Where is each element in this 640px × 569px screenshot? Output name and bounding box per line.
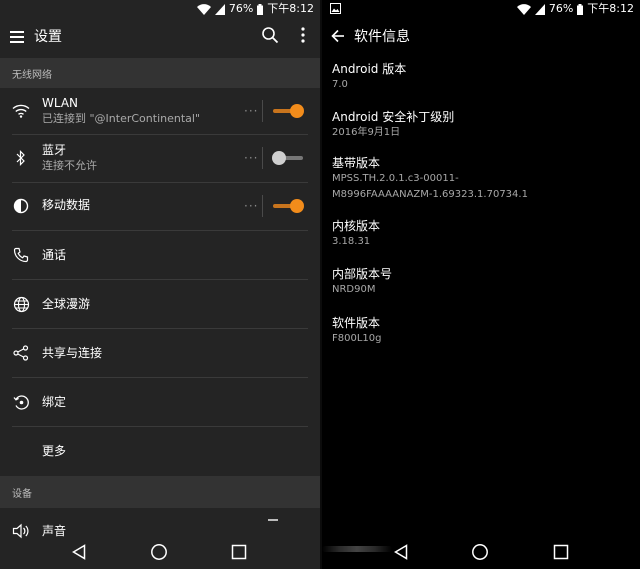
divider: [262, 100, 263, 122]
info-value: MPSS.TH.2.0.1.c3-00011-: [332, 173, 459, 184]
setting-label: 更多: [42, 443, 67, 458]
setting-item-mobile-data[interactable]: 移动数据 ···: [0, 183, 320, 229]
info-key: Android 安全补丁级别: [332, 110, 455, 124]
info-value-cont: M8996FAAAANAZM-1.69323.1.70734.1: [332, 189, 528, 200]
setting-item-bluetooth[interactable]: 蓝牙 连接不允许 ···: [0, 135, 320, 181]
info-value: NRD90M: [332, 284, 376, 295]
setting-label: 绑定: [42, 394, 67, 409]
info-security-patch: Android 安全补丁级别 2016年9月1日: [332, 109, 454, 141]
info-key: Android 版本: [332, 62, 407, 76]
info-key: 内核版本: [332, 219, 381, 233]
nav-bar: [322, 535, 640, 569]
setting-item-more[interactable]: 更多: [0, 427, 320, 475]
battery-icon: [577, 3, 584, 15]
menu-icon[interactable]: [10, 28, 24, 43]
battery-percent: 76%: [228, 2, 254, 15]
setting-label: 通话: [42, 247, 67, 262]
wifi-signal-icon: [196, 3, 211, 15]
status-bar: 76% 下午8:12: [322, 0, 640, 18]
bluetooth-toggle[interactable]: [271, 148, 305, 168]
setting-sub: 已连接到 "@InterContinental": [42, 112, 201, 125]
back-nav-icon[interactable]: [392, 543, 410, 561]
clock: 下午8:12: [267, 2, 314, 15]
clock: 下午8:12: [587, 2, 634, 15]
cell-signal-icon: [214, 3, 225, 15]
page-title: 软件信息: [354, 29, 410, 45]
info-key: 基带版本: [332, 156, 381, 170]
battery-icon: [257, 3, 264, 15]
share-icon: [11, 343, 31, 363]
info-software-version: 软件版本 F800L10g: [332, 315, 381, 347]
setting-item-calls[interactable]: 通话: [0, 231, 320, 279]
data-usage-icon: [11, 196, 31, 216]
recents-nav-icon[interactable]: [552, 543, 570, 561]
tethering-icon: [11, 392, 31, 412]
info-kernel: 内核版本 3.18.31: [332, 218, 380, 250]
info-android-version: Android 版本 7.0: [332, 61, 406, 93]
info-value: F800L10g: [332, 333, 382, 344]
globe-icon: [11, 294, 31, 314]
setting-label: WLAN: [42, 96, 79, 110]
divider: [262, 195, 263, 217]
drag-handle-icon[interactable]: ···: [244, 199, 258, 213]
setting-label: 移动数据: [42, 198, 91, 212]
cell-signal-icon: [534, 3, 545, 15]
slider-hint: [268, 519, 278, 521]
wlan-toggle[interactable]: [271, 101, 305, 121]
drag-handle-icon[interactable]: ···: [244, 104, 258, 118]
setting-sub: 连接不允许: [42, 159, 97, 172]
nav-bar: [0, 535, 320, 569]
wifi-icon: [11, 101, 31, 121]
drag-handle-icon[interactable]: ···: [244, 151, 258, 165]
software-info-app-bar: 软件信息: [322, 18, 640, 52]
bluetooth-icon: [11, 148, 31, 168]
setting-item-tethering[interactable]: 绑定: [0, 378, 320, 426]
info-key: 软件版本: [332, 316, 381, 330]
setting-label: 共享与连接: [42, 345, 103, 360]
gallery-notification-icon: [330, 3, 341, 14]
home-nav-icon[interactable]: [471, 543, 489, 561]
wifi-signal-icon: [516, 3, 531, 15]
more-vert-icon[interactable]: [300, 26, 306, 44]
page-title: 设置: [34, 29, 62, 45]
search-icon[interactable]: [261, 26, 279, 44]
divider: [262, 147, 263, 169]
recents-nav-icon[interactable]: [230, 543, 248, 561]
info-build-number: 内部版本号 NRD90M: [332, 266, 392, 298]
home-nav-icon[interactable]: [150, 543, 168, 561]
setting-item-share-connect[interactable]: 共享与连接: [0, 329, 320, 377]
setting-label: 全球漫游: [42, 296, 91, 311]
software-info-panel: 76% 下午8:12 软件信息 Android 版本 7.0 Android 安…: [322, 0, 640, 569]
settings-app-bar: 设置: [0, 18, 320, 52]
screenshot-seam: [322, 546, 392, 552]
back-nav-icon[interactable]: [70, 543, 88, 561]
info-value: 7.0: [332, 79, 348, 90]
battery-percent: 76%: [548, 2, 574, 15]
mobile-data-toggle[interactable]: [271, 196, 305, 216]
info-value: 3.18.31: [332, 236, 371, 247]
setting-label: 蓝牙: [42, 143, 67, 157]
info-baseband: 基带版本 MPSS.TH.2.0.1.c3-00011- M8996FAAAAN…: [332, 155, 528, 203]
back-arrow-icon[interactable]: [331, 28, 345, 43]
info-value: 2016年9月1日: [332, 127, 401, 138]
section-header-wireless: 无线网络: [0, 58, 320, 88]
info-key: 内部版本号: [332, 267, 393, 281]
setting-item-wlan[interactable]: WLAN 已连接到 "@InterContinental" ···: [0, 88, 320, 134]
phone-icon: [11, 245, 31, 265]
settings-panel: 76% 下午8:12 设置 无线网络 WLAN 已连接到 "@InterCont…: [0, 0, 320, 569]
section-header-device: 设备: [0, 476, 320, 508]
status-bar: 76% 下午8:12: [0, 0, 320, 18]
setting-item-roaming[interactable]: 全球漫游: [0, 280, 320, 328]
